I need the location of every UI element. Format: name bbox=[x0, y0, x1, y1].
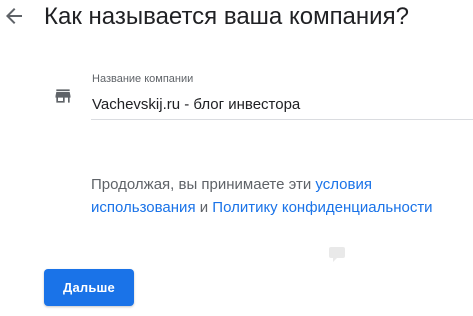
terms-conjunction: и bbox=[195, 199, 213, 216]
storefront-icon bbox=[53, 86, 73, 106]
logo-watermark-icon bbox=[327, 244, 407, 266]
company-name-input[interactable]: Vachevskij.ru - блог инвестора bbox=[92, 95, 300, 115]
privacy-policy-link[interactable]: Политику конфиденциальности bbox=[212, 199, 432, 216]
back-button[interactable] bbox=[2, 4, 26, 28]
page-title: Как называется ваша компания? bbox=[44, 3, 409, 30]
company-name-field[interactable]: Название компании Vachevskij.ru - блог и… bbox=[91, 70, 473, 120]
terms-prefix: Продолжая, вы принимаете эти bbox=[91, 176, 316, 193]
terms-text: Продолжая, вы принимаете эти условия исп… bbox=[91, 173, 473, 219]
field-underline bbox=[91, 119, 473, 120]
arrow-left-icon bbox=[6, 8, 22, 24]
next-button[interactable]: Дальше bbox=[44, 269, 134, 306]
company-name-label: Название компании bbox=[92, 73, 194, 85]
business-name-page: Как называется ваша компания? Название к… bbox=[0, 0, 473, 316]
